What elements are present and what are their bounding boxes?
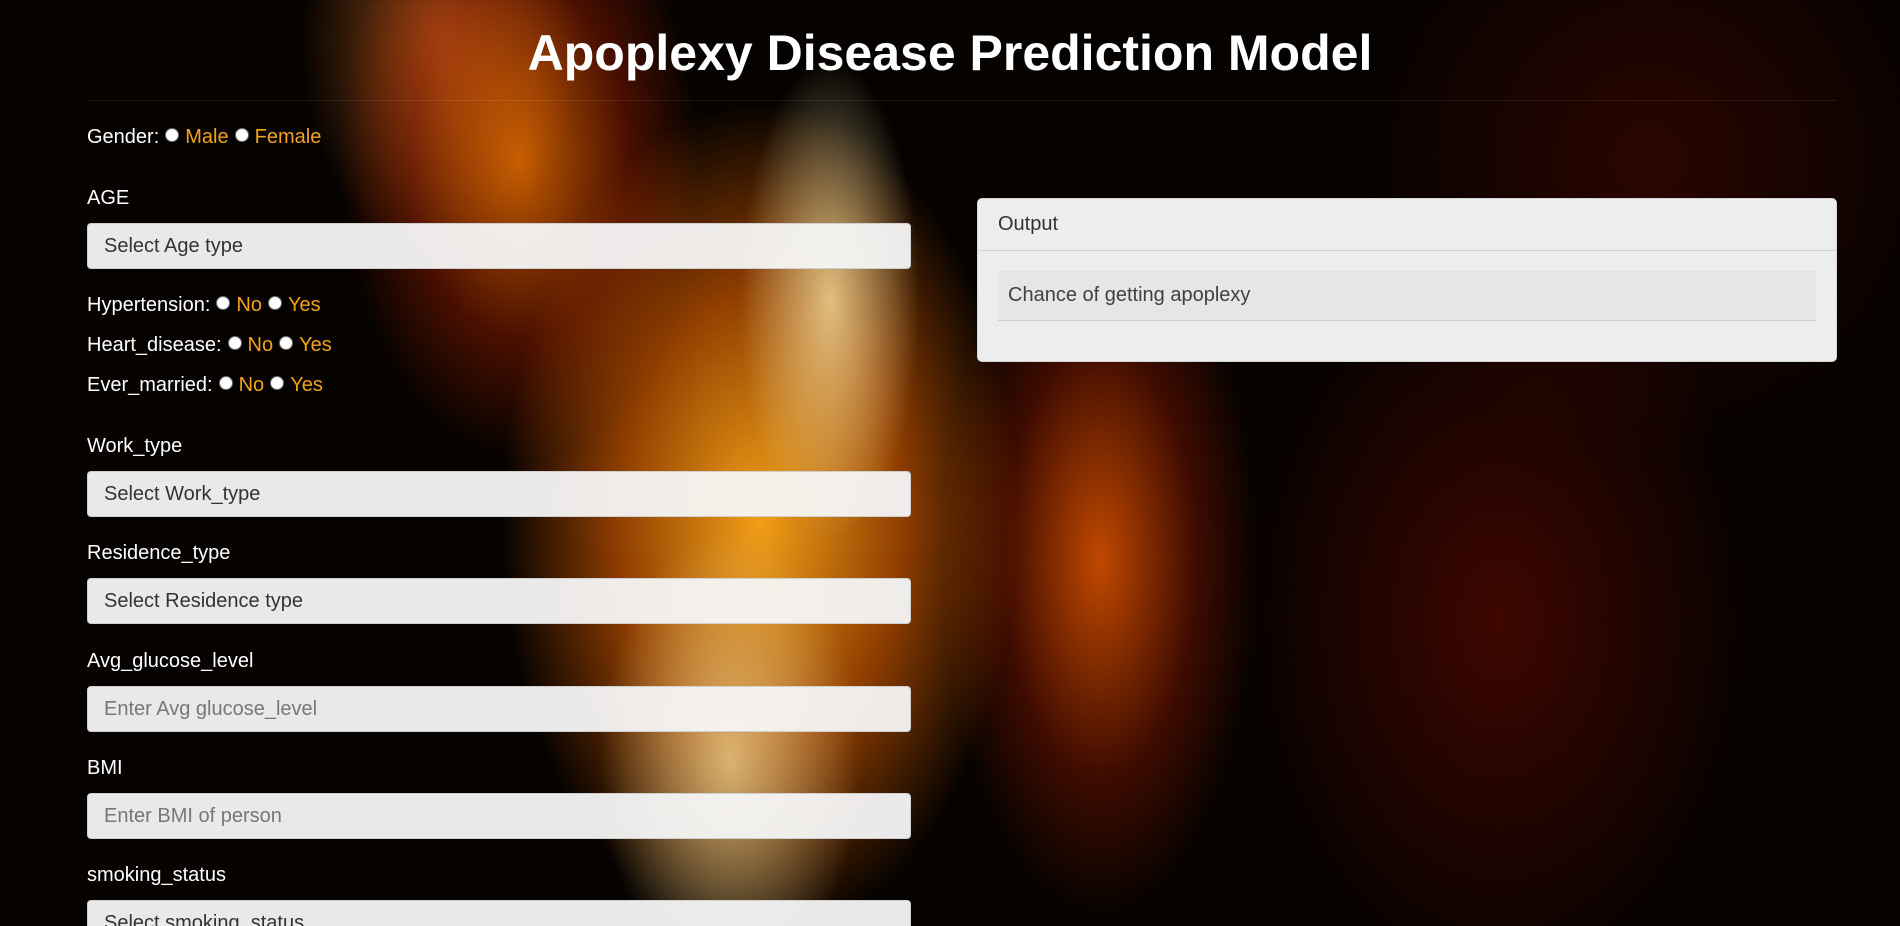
smoking-status-label: smoking_status: [87, 864, 226, 886]
output-card: Output Chance of getting apoplexy: [977, 198, 1837, 362]
heart-disease-label: Heart_disease:: [87, 334, 222, 356]
avg-glucose-level-label: Avg_glucose_level: [87, 650, 254, 672]
gender-label: Gender:: [87, 126, 160, 148]
residence-type-label: Residence_type: [87, 542, 231, 564]
heart-disease-yes-option[interactable]: Yes: [299, 334, 332, 357]
gender-female-option[interactable]: Female: [255, 126, 322, 149]
gender-male-radio[interactable]: [165, 127, 180, 142]
bmi-label: BMI: [87, 757, 123, 779]
hypertension-no-radio[interactable]: [216, 295, 231, 310]
gender-radio-group: Gender: Male Female: [87, 126, 321, 149]
heart-disease-radio-group: Heart_disease: No Yes: [87, 334, 332, 357]
hypertension-radio-group: Hypertension: No Yes: [87, 294, 321, 317]
ever-married-yes-radio[interactable]: [270, 375, 285, 390]
work-type-select[interactable]: Select Work_type: [87, 471, 911, 517]
gender-female-radio[interactable]: [234, 127, 249, 142]
heart-disease-yes-radio[interactable]: [279, 335, 294, 350]
bmi-input[interactable]: [87, 793, 911, 839]
ever-married-radio-group: Ever_married: No Yes: [87, 374, 323, 397]
gender-male-option[interactable]: Male: [185, 126, 228, 149]
ever-married-no-radio[interactable]: [218, 375, 233, 390]
age-label: AGE: [87, 187, 130, 209]
ever-married-no-option[interactable]: No: [239, 374, 265, 397]
hypertension-label: Hypertension:: [87, 294, 211, 316]
heart-disease-no-radio[interactable]: [227, 335, 242, 350]
prediction-result: Chance of getting apoplexy: [998, 271, 1816, 321]
hypertension-yes-option[interactable]: Yes: [288, 294, 321, 317]
ever-married-yes-option[interactable]: Yes: [290, 374, 323, 397]
residence-type-select[interactable]: Select Residence type: [87, 578, 911, 624]
smoking-status-select[interactable]: Select smoking_status: [87, 900, 911, 926]
work-type-label: Work_type: [87, 435, 183, 457]
output-card-body: Chance of getting apoplexy: [978, 251, 1836, 341]
prediction-form: Gender: Male Female AGE Select Age type …: [87, 0, 913, 926]
ever-married-label: Ever_married:: [87, 374, 213, 396]
age-select[interactable]: Select Age type: [87, 223, 911, 269]
output-card-header: Output: [978, 199, 1836, 251]
hypertension-no-option[interactable]: No: [236, 294, 262, 317]
hypertension-yes-radio[interactable]: [267, 295, 282, 310]
avg-glucose-level-input[interactable]: [87, 686, 911, 732]
heart-disease-no-option[interactable]: No: [248, 334, 274, 357]
